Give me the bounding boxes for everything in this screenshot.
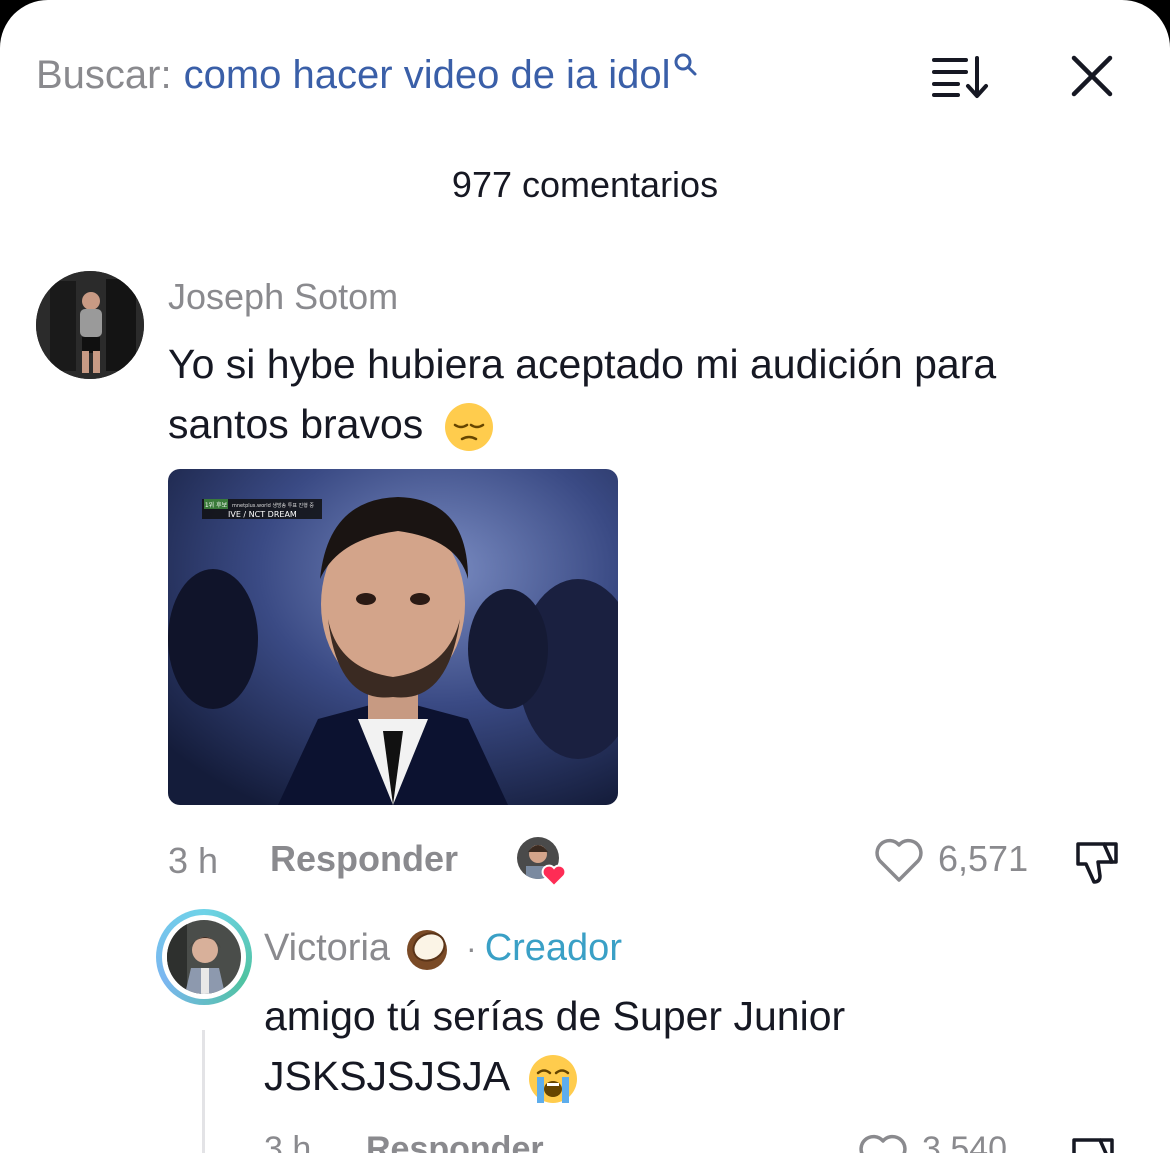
comment-text: Yo si hybe hubiera aceptado mi audición … — [168, 334, 996, 454]
reply-text-line2: JSKSJSJSJA — [264, 1053, 508, 1099]
search-prefix: Buscar: — [36, 53, 172, 97]
coconut-emoji — [407, 930, 448, 970]
thread-line — [202, 1030, 205, 1153]
reply-text: amigo tú serías de Super Junior JSKSJSJS… — [264, 986, 845, 1106]
heart-icon[interactable] — [874, 836, 924, 884]
reply-dislike-icon[interactable] — [1068, 1132, 1120, 1153]
creator-liked-icon — [517, 837, 567, 888]
search-icon[interactable] — [673, 52, 699, 78]
reply-text-line1: amigo tú serías de Super Junior — [264, 993, 846, 1039]
reply-heart-icon[interactable] — [858, 1132, 908, 1153]
search-query[interactable]: como hacer video de ia idol — [184, 46, 671, 104]
avatar-photo — [36, 271, 144, 379]
reply-button[interactable]: Responder — [270, 838, 458, 880]
avatar[interactable] — [36, 271, 144, 379]
sort-icon[interactable] — [928, 52, 990, 100]
dislike-icon[interactable] — [1072, 836, 1124, 888]
loudly-crying-face-emoji — [529, 1055, 578, 1104]
comment-text-line2: santos bravos — [168, 401, 424, 447]
reply-header: Victoria · Creador — [264, 922, 622, 974]
separator-dot: · — [466, 929, 477, 966]
reply-avatar-photo — [167, 920, 241, 994]
comments-count: 977 comentarios — [451, 164, 719, 205]
creator-badge: Creador — [484, 926, 622, 969]
pensive-face-emoji — [444, 403, 493, 452]
reply-reply-button[interactable]: Responder — [366, 1130, 544, 1153]
overlay-names: IVE / NCT DREAM — [228, 510, 297, 519]
reply-avatar-ring-inner — [162, 915, 246, 999]
comment-username[interactable]: Joseph Sotom — [168, 276, 398, 318]
comment-time: 3 h — [168, 840, 219, 881]
avatar[interactable] — [167, 920, 241, 994]
like-count: 6,571 — [938, 838, 1029, 879]
close-icon[interactable] — [1066, 52, 1118, 100]
reply-username[interactable]: Victoria — [264, 927, 390, 970]
overlay-tag: 1위 후보 — [205, 501, 228, 509]
reply-like-count: 3,540 — [922, 1130, 1008, 1153]
reply-time: 3 h — [264, 1130, 312, 1153]
comment-photo: 1위 후보 mnetplus.world 생방송 투표 진행 중 IVE / N… — [168, 469, 618, 805]
overlay-info: mnetplus.world 생방송 투표 진행 중 — [232, 502, 314, 509]
reply-avatar-ring[interactable] — [156, 909, 252, 1005]
comments-sheet: Buscar: como hacer video de ia idol 977 … — [0, 0, 1170, 1153]
comment-image[interactable]: 1위 후보 mnetplus.world 생방송 투표 진행 중 IVE / N… — [168, 469, 618, 805]
search-link[interactable]: Buscar: como hacer video de ia idol — [36, 46, 699, 106]
comment-text-line1: Yo si hybe hubiera aceptado mi audición … — [168, 341, 997, 387]
